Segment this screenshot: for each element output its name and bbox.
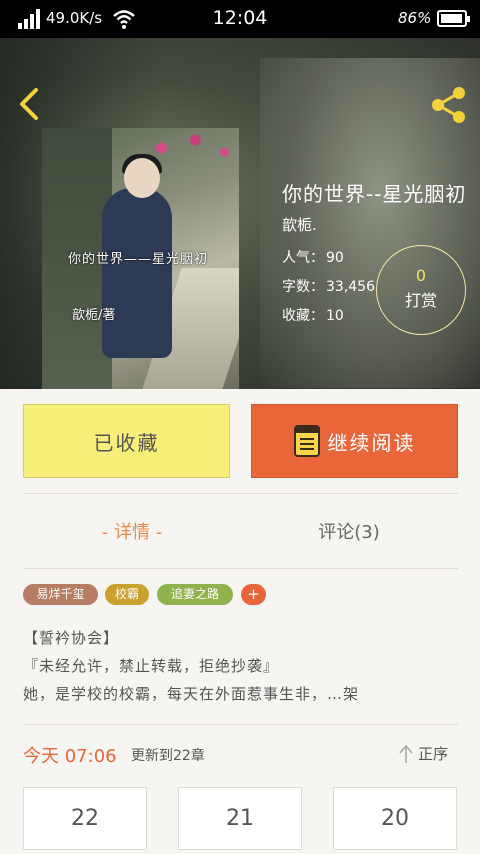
add-tag-button[interactable]: +	[241, 584, 266, 605]
description-line[interactable]: 她，是学校的校霸，每天在外面惹事生非，…架	[23, 683, 359, 704]
book-author: 歆栀.	[282, 216, 317, 234]
status-bar: 49.0K/s 12:04 86%	[0, 0, 480, 38]
battery-level	[441, 14, 462, 23]
book-header: 你的世界——星光胭初 歆栀/著 你的世界--星光胭初 歆栀. 人气： 90 字数：…	[0, 38, 480, 389]
tag-item[interactable]: 校霸	[105, 584, 149, 605]
back-button[interactable]	[14, 84, 44, 124]
update-text: 更新到22章	[131, 748, 205, 764]
chapter-item[interactable]: 20	[333, 787, 457, 850]
share-button[interactable]	[428, 84, 470, 126]
stat-favorites: 收藏： 10	[282, 308, 344, 324]
tip-label: 打赏	[404, 291, 437, 310]
tip-button[interactable]: 0 打赏	[376, 245, 466, 335]
cover-author: 歆栀/著	[72, 308, 116, 323]
tag-item[interactable]: 追妻之路	[157, 584, 233, 605]
collected-label: 已收藏	[93, 430, 160, 455]
book-cover[interactable]: 你的世界——星光胭初 歆栀/著	[42, 128, 239, 389]
description-line: 【誓衿协会】	[23, 629, 120, 647]
update-time: 今天 07:06	[23, 746, 117, 767]
chapter-item[interactable]: 22	[23, 787, 147, 850]
tab-detail[interactable]: - 详情 -	[23, 500, 241, 562]
description-line: 『未经允许，禁止转载，拒绝抄袭』	[23, 657, 280, 675]
continue-reading-button[interactable]: 继续阅读	[251, 404, 458, 478]
divider	[23, 724, 458, 725]
tab-comments[interactable]: 评论(3)	[240, 500, 458, 562]
tip-count: 0	[415, 266, 427, 285]
tag-item[interactable]: 易烊千玺	[23, 584, 98, 605]
stat-popularity: 人气： 90	[282, 250, 344, 266]
book-title: 你的世界--星光胭初	[282, 182, 467, 206]
sort-order-button[interactable]: 正序	[398, 743, 448, 764]
sort-label: 正序	[418, 745, 449, 763]
divider	[23, 568, 458, 569]
chapter-item[interactable]: 21	[178, 787, 302, 850]
continue-reading-label: 继续阅读	[327, 430, 416, 455]
battery-icon	[437, 10, 470, 27]
collected-button[interactable]: 已收藏	[23, 404, 230, 478]
divider	[23, 493, 458, 494]
battery-percent: 86%	[398, 9, 432, 27]
book-icon	[293, 425, 320, 457]
stat-word-count: 字数： 33,456	[282, 279, 375, 295]
cover-title: 你的世界——星光胭初	[68, 252, 209, 267]
arrow-up-icon	[399, 744, 413, 763]
